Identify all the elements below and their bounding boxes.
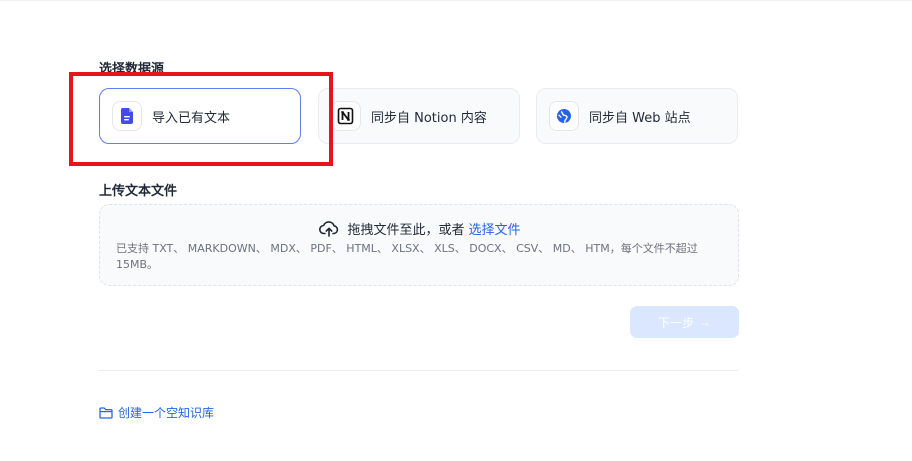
datasource-option-label: 导入已有文本 — [152, 110, 231, 126]
arrow-right-icon: → — [699, 315, 711, 329]
datasource-title: 选择数据源 — [99, 62, 165, 77]
create-empty-knowledge-label: 创建一个空知识库 — [118, 406, 215, 420]
section-divider — [99, 370, 739, 371]
datasource-option-web[interactable]: 同步自 Web 站点 — [536, 88, 738, 144]
cloud-upload-icon — [319, 220, 339, 237]
dropzone-drag-text: 拖拽文件至此，或者 — [347, 223, 465, 238]
datasource-option-import-text[interactable]: 导入已有文本 — [99, 88, 301, 144]
browse-files-link[interactable]: 选择文件 — [469, 219, 521, 238]
datasource-option-label: 同步自 Web 站点 — [589, 110, 691, 126]
create-knowledge-page: 选择数据源 导入已有文本 同步自 Notion 内容 同步自 Web 站点 上传… — [0, 0, 912, 461]
web-globe-icon — [549, 101, 579, 131]
top-divider — [0, 0, 912, 1]
datasource-option-label: 同步自 Notion 内容 — [371, 110, 487, 126]
document-icon — [112, 101, 142, 131]
supported-formats-text: 已支持 TXT、 MARKDOWN、 MDX、 PDF、 HTML、 XLSX、… — [116, 242, 698, 271]
notion-icon — [331, 101, 361, 131]
next-step-label: 下一步 — [657, 315, 694, 330]
create-empty-knowledge-link[interactable]: 创建一个空知识库 — [99, 404, 214, 421]
dropzone-prompt: 拖拽文件至此，或者 选择文件 — [100, 219, 740, 238]
folder-icon — [99, 406, 113, 419]
file-dropzone[interactable]: 拖拽文件至此，或者 选择文件 已支持 TXT、 MARKDOWN、 MDX、 P… — [99, 204, 739, 286]
upload-title: 上传文本文件 — [99, 184, 178, 199]
datasource-option-notion[interactable]: 同步自 Notion 内容 — [318, 88, 520, 144]
next-step-button[interactable]: 下一步 → — [630, 306, 739, 338]
